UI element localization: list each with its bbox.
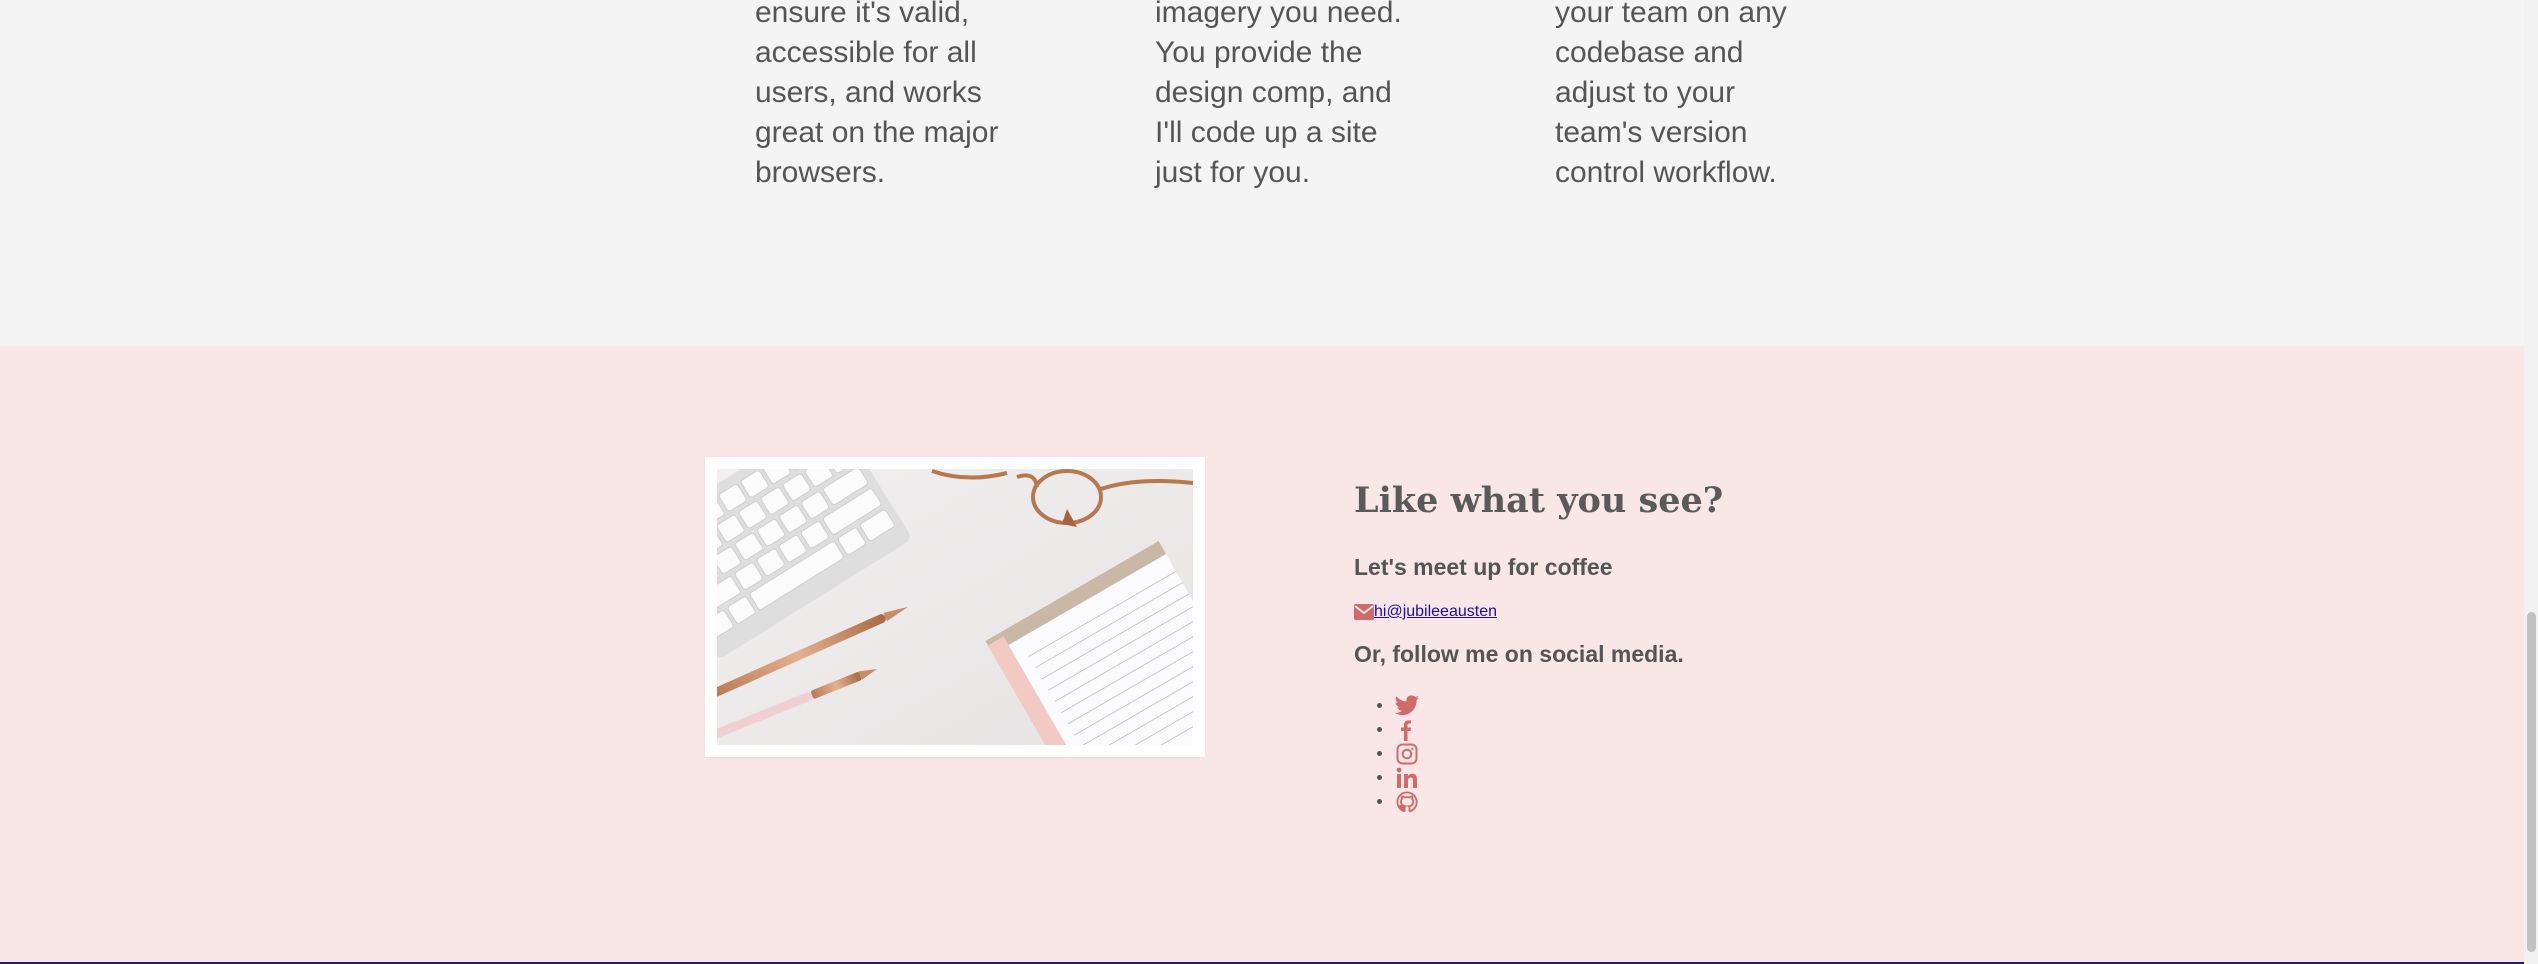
contact-title: Like what you see? bbox=[1354, 480, 1724, 521]
service-description: ensure it's valid, accessible for all us… bbox=[755, 0, 999, 189]
email-row: hi@jubileeausten bbox=[1354, 600, 2054, 624]
contact-cta: Like what you see? Let's meet up for cof… bbox=[1354, 477, 2054, 814]
social-item-twitter bbox=[1394, 694, 2054, 718]
social-prompt: Or, follow me on social media. bbox=[1354, 641, 1684, 667]
github-icon[interactable] bbox=[1394, 790, 1420, 815]
instagram-icon[interactable] bbox=[1394, 743, 1420, 767]
scrollbar-thumb[interactable] bbox=[2527, 612, 2536, 952]
social-item-linkedin bbox=[1394, 766, 2054, 790]
service-description: imagery you need. You provide the design… bbox=[1155, 0, 1402, 189]
email-link[interactable]: hi@jubileeausten bbox=[1374, 602, 1497, 622]
social-item-github bbox=[1394, 790, 2054, 814]
desk-photo-image bbox=[717, 469, 1193, 745]
twitter-icon[interactable] bbox=[1394, 694, 1420, 719]
contact-section: Like what you see? Let's meet up for cof… bbox=[0, 346, 2524, 962]
social-item-facebook bbox=[1394, 718, 2054, 742]
linkedin-icon[interactable] bbox=[1394, 767, 1420, 791]
social-links bbox=[1354, 694, 2054, 814]
envelope-icon bbox=[1354, 604, 1374, 620]
service-description: your team on any codebase and adjust to … bbox=[1555, 0, 1787, 189]
facebook-icon[interactable] bbox=[1394, 719, 1420, 743]
services-section: ensure it's valid, accessible for all us… bbox=[0, 0, 2524, 346]
contact-subtitle: Let's meet up for coffee bbox=[1354, 554, 1613, 580]
desk-photo bbox=[705, 457, 1205, 757]
social-item-instagram bbox=[1394, 742, 2054, 766]
